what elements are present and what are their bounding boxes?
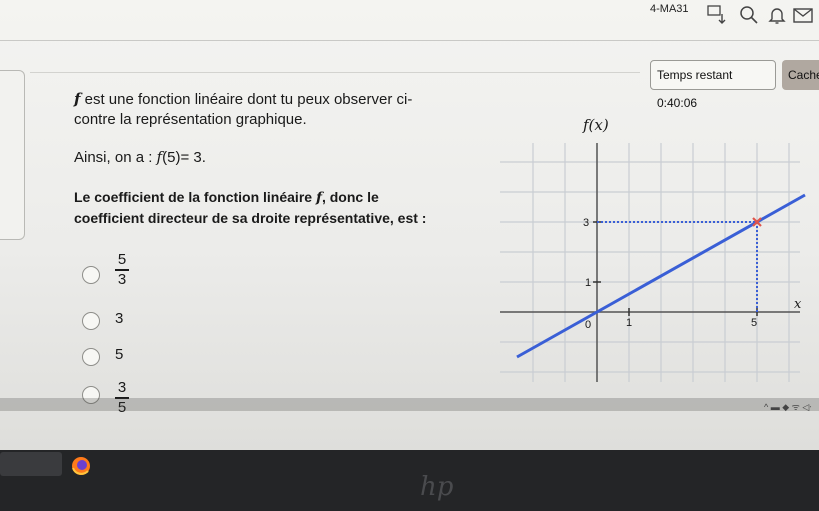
function-graph: f(x) x 0 1 5 1 3 (500, 116, 806, 382)
x-tick-label-5: 5 (751, 317, 757, 329)
content-divider (30, 72, 640, 73)
grid-lines (500, 143, 800, 382)
option-5-over-3[interactable]: 5 3 (82, 252, 172, 288)
hp-logo: hp (420, 472, 454, 502)
given-value: Ainsi, on a : f(5)= 3. (74, 148, 206, 166)
system-tray: ^ ▬ ◆ ᯤ ◁ᐧ (764, 402, 812, 412)
question-line-2: contre la représentation graphique. (74, 111, 307, 128)
denominator: 3 (117, 270, 127, 288)
y-axis-label: f(x) (582, 116, 609, 134)
prompt-part-a: Le coefficient de la fonction linéaire (74, 189, 316, 205)
prompt-part-b: , donc le (321, 189, 379, 205)
axes (500, 143, 800, 382)
radio-button[interactable] (82, 266, 100, 284)
question-line-1: est une fonction linéaire dont tu peux o… (80, 91, 413, 108)
numerator: 5 (117, 251, 127, 268)
y-tick-label-1: 1 (585, 277, 591, 289)
option-label: 5 (115, 346, 124, 363)
screen-bottom-shade (0, 398, 819, 411)
origin-label: 0 (585, 319, 591, 331)
dock-left-block (0, 452, 62, 476)
timer-value: 0:40:06 (657, 96, 698, 110)
download-icon[interactable] (706, 4, 728, 26)
question-intro: f est une fonction linéaire dont tu peux… (74, 89, 412, 130)
top-bar: 4-MA31 (0, 0, 819, 40)
fraction: 5 3 (115, 252, 129, 288)
hide-timer-button[interactable]: Cache (782, 60, 819, 90)
timer-box: Temps restant 0:40:06 (650, 60, 776, 110)
question-prompt: Le coefficient de la fonction linéaire f… (74, 187, 426, 228)
ainsi-prefix: Ainsi, on a : (74, 149, 157, 166)
firefox-icon[interactable] (70, 455, 92, 477)
option-label: 3 (115, 310, 124, 327)
y-tick-label-3: 3 (583, 217, 589, 229)
ainsi-result: = 3. (180, 149, 206, 166)
header-divider (0, 40, 819, 41)
radio-button[interactable] (82, 312, 100, 330)
app-screen: 4-MA31 Temps restant 0:40:06 Cache f est… (0, 0, 819, 450)
search-icon[interactable] (738, 4, 760, 26)
radio-button[interactable] (82, 348, 100, 366)
numerator: 3 (117, 379, 127, 396)
timer-label: Temps restant (657, 68, 733, 82)
option-5[interactable]: 5 (82, 346, 172, 376)
mail-icon[interactable] (792, 4, 814, 26)
side-panel-tab[interactable] (0, 70, 25, 240)
bell-icon[interactable] (766, 4, 788, 26)
dock-bar (0, 450, 819, 511)
option-3[interactable]: 3 (82, 310, 172, 340)
ainsi-argument: (5) (162, 149, 181, 166)
prompt-line-2: coefficient directeur de sa droite repré… (74, 210, 427, 226)
x-axis-label: x (794, 297, 802, 312)
x-tick-label-1: 1 (626, 317, 632, 329)
exercise-code: 4-MA31 (650, 3, 689, 15)
